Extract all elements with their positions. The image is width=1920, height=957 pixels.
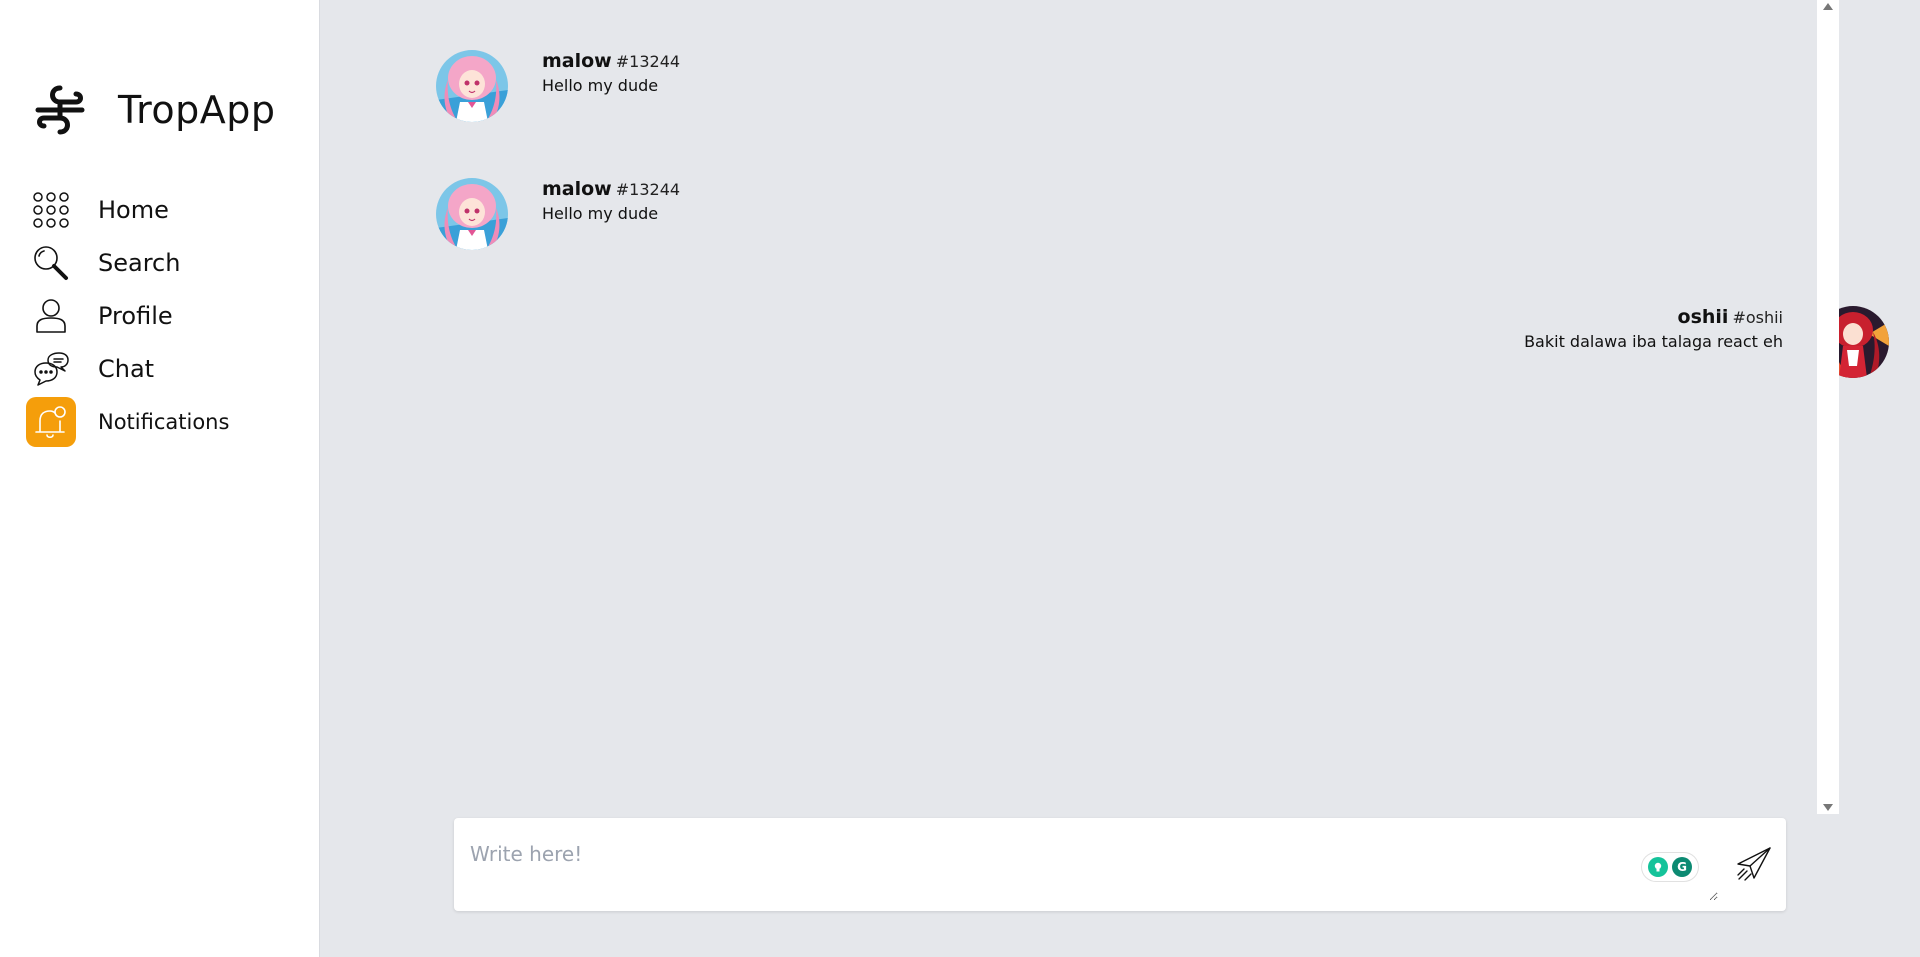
sidebar-item-label: Profile — [98, 301, 173, 330]
message-username[interactable]: oshii — [1678, 306, 1729, 328]
sidebar-nav: Home Search Profile Chat Notifications — [26, 183, 229, 448]
message-user-tag: #13244 — [615, 52, 681, 71]
message-text: Hello my dude — [542, 76, 659, 95]
sidebar-item-notifications[interactable]: Notifications — [26, 395, 229, 448]
avatar[interactable] — [436, 50, 508, 122]
brand[interactable]: TropApp — [32, 82, 276, 138]
sidebar-item-label: Home — [98, 195, 169, 224]
message-text: Bakit dalawa iba talaga react eh — [1524, 332, 1783, 351]
lightbulb-icon[interactable] — [1648, 857, 1668, 877]
message-body: malow #13244 Hello my dude — [542, 50, 680, 95]
send-button[interactable] — [1734, 844, 1774, 884]
scroll-up-arrow-icon[interactable] — [1823, 3, 1833, 10]
sidebar-item-profile[interactable]: Profile — [26, 289, 229, 342]
message-list[interactable]: malow #13244 Hello my dude malow #13244 … — [321, 0, 1889, 814]
scroll-down-arrow-icon[interactable] — [1823, 804, 1833, 811]
paper-plane-icon — [1737, 847, 1771, 881]
chat-bubbles-icon — [26, 344, 76, 394]
message-item: malow #13244 Hello my dude — [436, 178, 836, 252]
message-input[interactable] — [454, 818, 1718, 901]
message-username[interactable]: malow — [542, 178, 612, 200]
message-body: oshii #oshii Bakit dalawa iba talaga reac… — [1524, 306, 1783, 351]
sidebar: TropApp Home Search Profile Chat Notific… — [0, 0, 320, 957]
grid-dots-icon — [26, 185, 76, 235]
sidebar-item-search[interactable]: Search — [26, 236, 229, 289]
bell-icon — [26, 396, 76, 447]
message-composer: G — [454, 818, 1786, 911]
app-name: TropApp — [118, 88, 276, 132]
chat-main: malow #13244 Hello my dude malow #13244 … — [321, 0, 1920, 957]
message-text: Hello my dude — [542, 204, 659, 223]
sidebar-item-chat[interactable]: Chat — [26, 342, 229, 395]
grammarly-icon[interactable]: G — [1672, 857, 1692, 877]
message-user-tag: #13244 — [615, 180, 681, 199]
sidebar-item-label: Notifications — [98, 409, 230, 434]
tropapp-logo-icon — [35, 85, 85, 135]
search-icon — [26, 238, 76, 288]
grammarly-widget[interactable]: G — [1642, 853, 1698, 881]
sidebar-item-label: Chat — [98, 354, 155, 383]
message-user-tag: #oshii — [1732, 308, 1783, 327]
sidebar-item-label: Search — [98, 248, 181, 277]
avatar[interactable] — [436, 178, 508, 250]
message-list-scrollbar[interactable] — [1817, 0, 1839, 814]
message-username[interactable]: malow — [542, 50, 612, 72]
sidebar-item-home[interactable]: Home — [26, 183, 229, 236]
message-item: malow #13244 Hello my dude — [436, 50, 836, 124]
message-body: malow #13244 Hello my dude — [542, 178, 680, 223]
user-icon — [26, 291, 76, 341]
